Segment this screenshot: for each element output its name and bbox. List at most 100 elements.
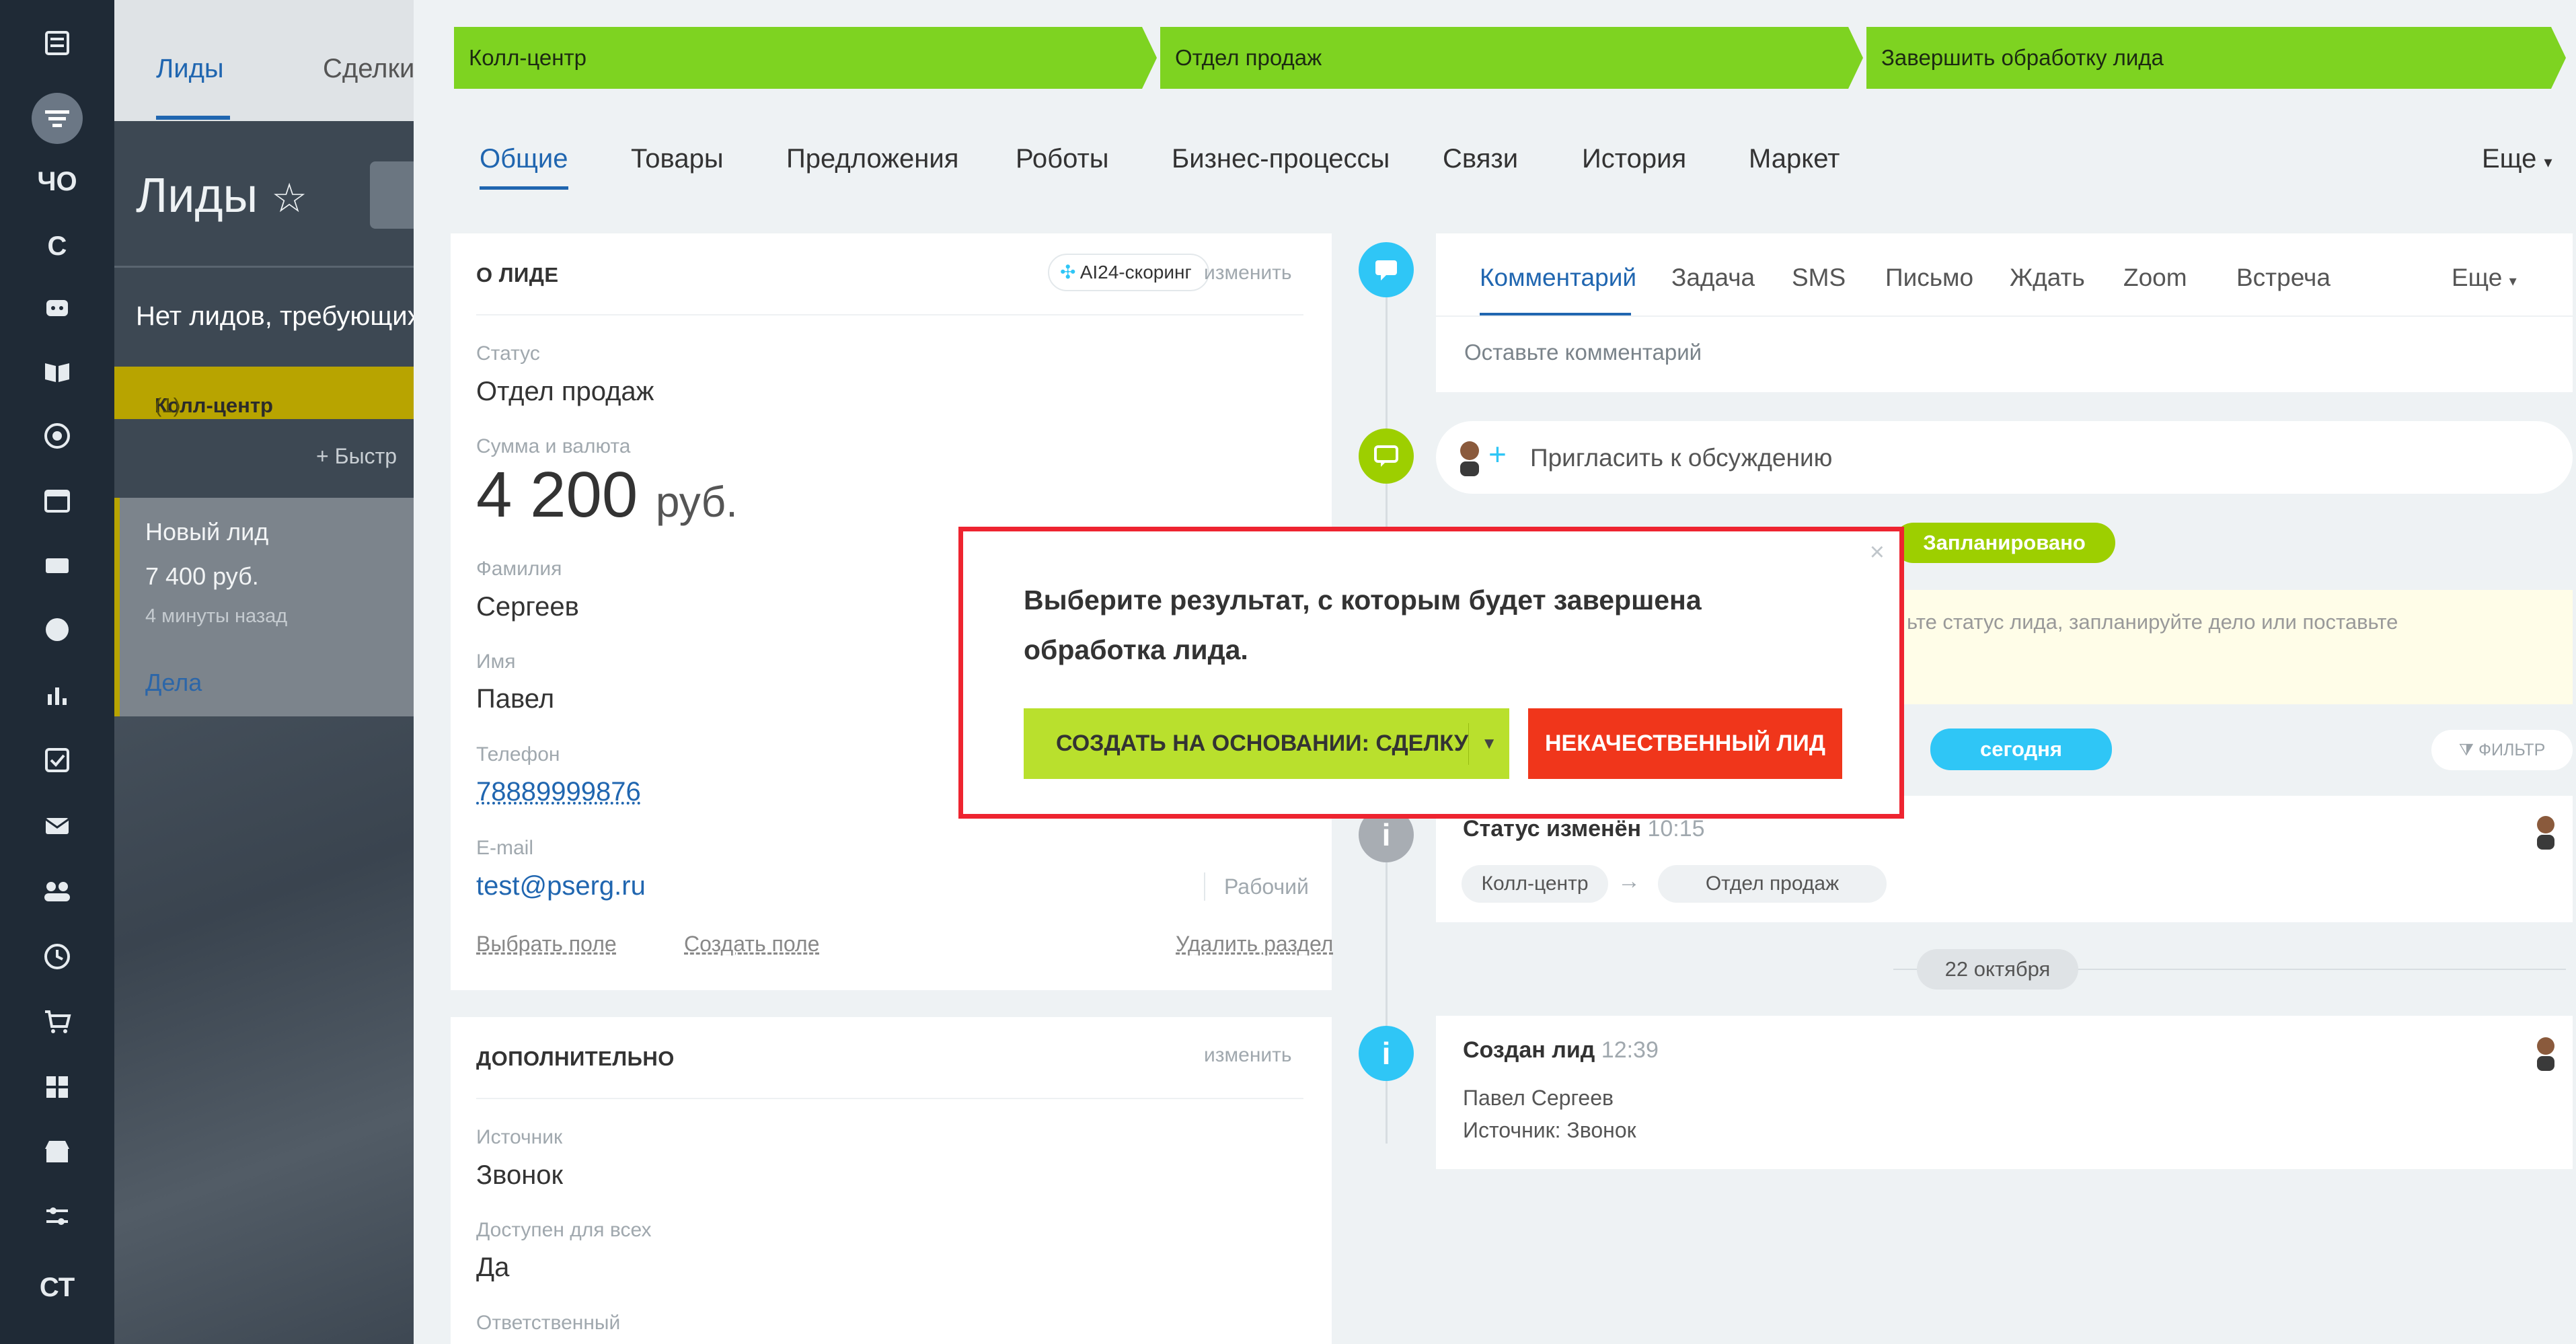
sum-label: Сумма и валюта <box>476 435 631 457</box>
activity-more-button[interactable]: Еще ▾ <box>2452 264 2517 292</box>
activity-tab-zoom[interactable]: Zoom <box>2123 264 2187 292</box>
ct-text-label[interactable]: СТ <box>0 1267 114 1308</box>
mail-icon[interactable] <box>0 811 114 841</box>
tab-products[interactable]: Товары <box>631 144 724 174</box>
invite-label: Пригласить к обсуждению <box>1530 444 1833 472</box>
background-leads-pane: Лиды Сделки Лиды ☆ Нет лидов, требующих … <box>114 0 414 1344</box>
tab-offers[interactable]: Предложения <box>786 144 958 174</box>
chevron-down-icon[interactable]: ▼ <box>1469 735 1509 753</box>
chat-text-label[interactable]: ЧО <box>0 161 114 202</box>
date-divider: 22 октября <box>1917 949 2078 990</box>
invite-bar[interactable]: + Пригласить к обсуждению <box>1436 421 2573 494</box>
background-column-header: Колл-центр (1) <box>114 367 414 419</box>
ai-scoring-button[interactable]: ✣ AI24-скоринг <box>1048 254 1209 291</box>
created-title: Создан лид 12:39 <box>1463 1037 1659 1063</box>
arrow-right-icon: → <box>1618 868 1640 894</box>
stage-call-center[interactable]: Колл-центр <box>454 27 1157 89</box>
extra-edit-link[interactable]: изменить <box>1204 1044 1292 1067</box>
activity-tab-meeting[interactable]: Встреча <box>2236 264 2331 292</box>
about-edit-link[interactable]: изменить <box>1204 262 1292 285</box>
activity-tab-comment[interactable]: Комментарий <box>1480 264 1636 292</box>
activity-tab-email[interactable]: Письмо <box>1885 264 1973 292</box>
add-icon: + <box>1488 437 1507 472</box>
inbox-icon[interactable] <box>0 550 114 580</box>
comment-input[interactable]: Оставьте комментарий <box>1464 340 1702 365</box>
available-value: Да <box>476 1253 510 1282</box>
sum-value: 4 200 руб. <box>476 458 738 532</box>
extra-section-title: ДОПОЛНИТЕЛЬНО <box>476 1047 675 1070</box>
create-deal-button[interactable]: СОЗДАТЬ НА ОСНОВАНИИ: СДЕЛКУ ▼ <box>1024 708 1509 779</box>
source-label: Источник <box>476 1126 563 1148</box>
robot-icon[interactable] <box>0 291 114 320</box>
background-tab-deals: Сделки <box>323 54 414 83</box>
extra-card: ДОПОЛНИТЕЛЬНО изменить Источник Звонок Д… <box>451 1017 1332 1344</box>
menu-icon[interactable] <box>0 30 114 57</box>
phone-label: Телефон <box>476 743 560 766</box>
chevron-down-icon: ▾ <box>2544 153 2552 172</box>
target-icon[interactable] <box>0 421 114 451</box>
email-type[interactable]: Рабочий <box>1224 874 1309 899</box>
create-deal-label: СОЗДАТЬ НА ОСНОВАНИИ: СДЕЛКУ <box>1056 731 1468 756</box>
background-tab-leads: Лиды <box>156 54 224 83</box>
background-title-text: Лиды <box>136 169 258 223</box>
tab-market[interactable]: Маркет <box>1749 144 1840 174</box>
tab-general[interactable]: Общие <box>480 144 568 190</box>
sliders-icon[interactable] <box>0 1201 114 1231</box>
responsible-label: Ответственный <box>476 1312 621 1334</box>
planned-badge: Запланировано <box>1893 523 2115 563</box>
book-icon[interactable] <box>0 357 114 386</box>
comment-icon <box>1359 242 1414 297</box>
avatar <box>2532 1035 2559 1071</box>
tab-history[interactable]: История <box>1582 144 1686 174</box>
close-icon[interactable]: × <box>1870 538 1885 567</box>
check-icon[interactable] <box>0 745 114 775</box>
sum-currency: руб. <box>655 478 738 526</box>
create-field-link[interactable]: Создать поле <box>684 932 819 957</box>
time-icon[interactable] <box>0 942 114 971</box>
planned-hint-card: ьте статус лида, запланируйте дело или п… <box>1893 590 2573 704</box>
finish-lead-popup: × Выберите результат, с которым будет за… <box>958 527 1904 819</box>
discussion-icon <box>1359 428 1414 484</box>
activity-tab-wait[interactable]: Ждать <box>2010 264 2085 292</box>
tabs-more-label: Еще <box>2482 144 2537 174</box>
filter-small-icon: ⧩ <box>2458 741 2474 759</box>
select-field-link[interactable]: Выбрать поле <box>476 932 617 957</box>
c-text-label[interactable]: С <box>0 226 114 266</box>
available-label: Доступен для всех <box>476 1219 652 1241</box>
cart-icon[interactable] <box>0 1006 114 1036</box>
created-name: Павел Сергеев <box>1463 1086 1614 1110</box>
popup-message: Выберите результат, с которым будет заве… <box>1024 585 1702 665</box>
delete-section-link[interactable]: Удалить раздел <box>1176 932 1333 957</box>
bad-lead-button[interactable]: НЕКАЧЕСТВЕННЫЙ ЛИД <box>1528 708 1842 779</box>
name-label: Имя <box>476 650 516 673</box>
status-changed-time: 10:15 <box>1647 816 1705 842</box>
stage-sales-dept[interactable]: Отдел продаж <box>1160 27 1863 89</box>
grid-icon[interactable] <box>0 1072 114 1102</box>
store-icon[interactable] <box>0 1137 114 1166</box>
filter-button[interactable]: ⧩ ФИЛЬТР <box>2431 730 2573 770</box>
sum-amount: 4 200 <box>476 459 638 531</box>
activity-tab-task[interactable]: Задача <box>1671 264 1755 292</box>
left-icon-bar: ЧО С СТ <box>0 0 114 1344</box>
chart-icon[interactable] <box>0 679 114 709</box>
tab-links[interactable]: Связи <box>1443 144 1518 174</box>
from-stage-badge: Колл-центр <box>1462 865 1608 903</box>
background-quick-add: + Быстр <box>316 444 397 468</box>
calendar-icon[interactable] <box>0 486 114 515</box>
clock-icon[interactable] <box>0 615 114 644</box>
tab-business-processes[interactable]: Бизнес-процессы <box>1172 144 1390 174</box>
tabs-more-button[interactable]: Еще ▾ <box>2482 144 2552 174</box>
ai-scoring-label: AI24-скоринг <box>1079 262 1192 283</box>
phone-link[interactable]: 78889999876 <box>476 777 641 807</box>
users-icon[interactable] <box>0 876 114 905</box>
email-link[interactable]: test@pserg.ru <box>476 871 646 901</box>
name-value: Павел <box>476 684 555 714</box>
stage-finish[interactable]: Завершить обработку лида <box>1866 27 2566 89</box>
status-label: Статус <box>476 342 540 365</box>
column-count: (1) <box>155 394 180 417</box>
background-lead-card: Новый лид 7 400 руб. 4 минуты назад Дела <box>114 498 414 716</box>
star-icon: ☆ <box>271 176 308 221</box>
filter-icon[interactable] <box>0 91 114 145</box>
tab-robots[interactable]: Роботы <box>1016 144 1109 174</box>
activity-tab-sms[interactable]: SMS <box>1792 264 1846 292</box>
